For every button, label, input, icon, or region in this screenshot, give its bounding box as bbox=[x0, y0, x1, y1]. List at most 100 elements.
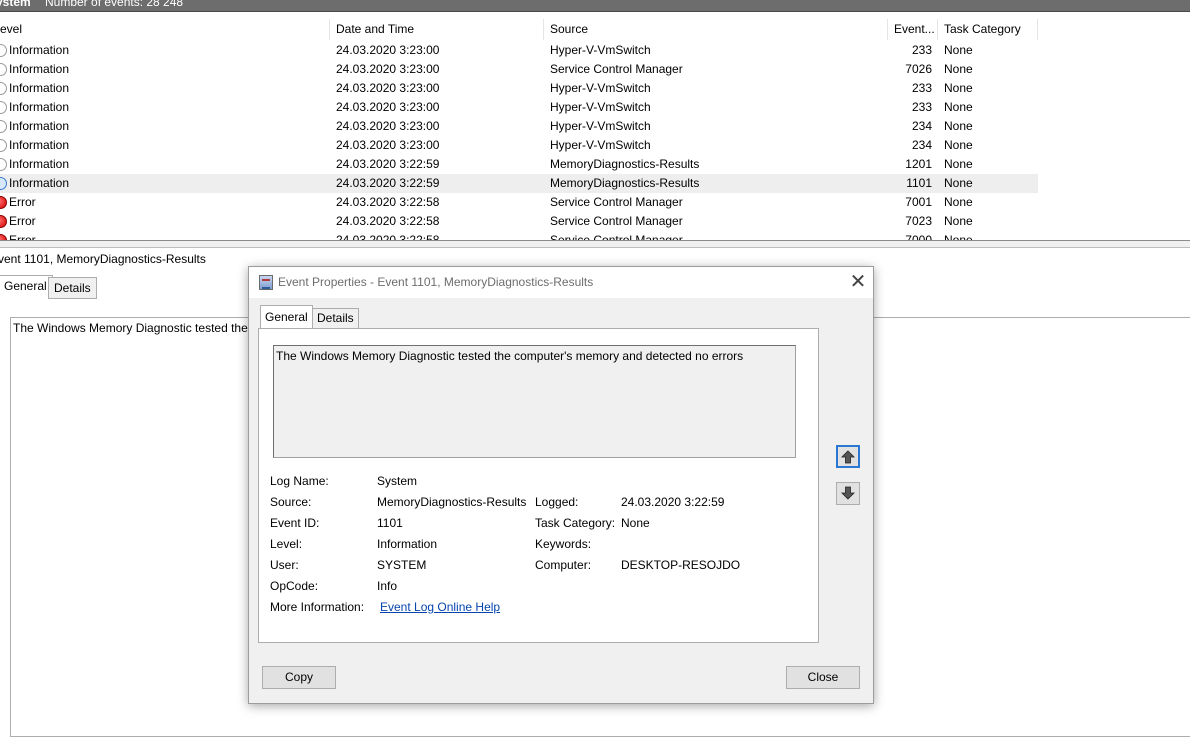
pane-splitter[interactable] bbox=[0, 240, 1190, 248]
level-label: Level: bbox=[270, 537, 303, 551]
close-icon[interactable]: ✕ bbox=[847, 272, 869, 292]
events-grid[interactable]: evel Date and Time Source Event... Task … bbox=[0, 19, 1190, 240]
cell-source: MemoryDiagnostics-Results bbox=[550, 176, 700, 190]
arrow-down-icon bbox=[841, 486, 855, 500]
cell-event-id: 233 bbox=[911, 81, 932, 95]
information-icon bbox=[0, 44, 7, 57]
previous-event-button[interactable] bbox=[836, 445, 860, 468]
cell-level: Error bbox=[9, 214, 36, 228]
cell-date-time: 24.03.2020 3:22:59 bbox=[336, 176, 440, 190]
cell-level: Information bbox=[9, 119, 70, 133]
table-row[interactable]: Error 24.03.2020 3:22:58 Service Control M… bbox=[0, 193, 1038, 212]
table-row[interactable]: Error 24.03.2020 3:22:58 Service Control M… bbox=[0, 231, 1038, 240]
tab-general[interactable]: General bbox=[260, 305, 313, 329]
opcode-label: OpCode: bbox=[270, 579, 319, 593]
table-row[interactable]: Information 24.03.2020 3:23:00 Hyper-V-VmS… bbox=[0, 98, 1038, 117]
table-row[interactable]: Information 24.03.2020 3:23:00 Service Con… bbox=[0, 60, 1038, 79]
more-information-label: More Information: bbox=[270, 600, 365, 614]
cell-task-category: None bbox=[944, 81, 973, 95]
cell-task-category: None bbox=[944, 62, 973, 76]
user-value: SYSTEM bbox=[377, 558, 427, 572]
column-source[interactable]: Source bbox=[544, 19, 888, 40]
copy-button[interactable]: Copy bbox=[262, 666, 336, 689]
table-row[interactable]: Information 24.03.2020 3:23:00 Hyper-V-VmS… bbox=[0, 79, 1038, 98]
event-count: Number of events: 28 248 bbox=[45, 0, 184, 9]
cell-source: Service Control Manager bbox=[550, 214, 683, 228]
computer-value: DESKTOP-RESOJDO bbox=[621, 558, 741, 572]
column-date-time[interactable]: Date and Time bbox=[330, 19, 544, 40]
cell-source: Service Control Manager bbox=[550, 62, 683, 76]
event-log-online-help-link[interactable]: Event Log Online Help bbox=[380, 600, 500, 614]
level-value: Information bbox=[377, 537, 438, 551]
close-button[interactable]: Close bbox=[786, 666, 860, 689]
description-text: The Windows Memory Diagnostic tested the… bbox=[276, 349, 744, 363]
cell-source: Hyper-V-VmSwitch bbox=[550, 81, 651, 95]
user-label: User: bbox=[270, 558, 299, 572]
tab-details[interactable]: Details bbox=[312, 308, 359, 329]
cell-level: Error bbox=[9, 233, 36, 240]
event-id-value: 1101 bbox=[377, 516, 403, 530]
cell-event-id: 234 bbox=[911, 138, 932, 152]
log-name: ystem bbox=[0, 0, 31, 9]
column-task-category[interactable]: Task Category bbox=[938, 19, 1038, 40]
cell-event-id: 233 bbox=[911, 43, 932, 57]
preview-tab-general[interactable]: General bbox=[0, 275, 53, 299]
table-row[interactable]: Information 24.03.2020 3:23:00 Hyper-V-VmS… bbox=[0, 117, 1038, 136]
cell-task-category: None bbox=[944, 119, 973, 133]
log-name-label: Log Name: bbox=[270, 474, 329, 488]
information-icon bbox=[0, 139, 7, 152]
column-level[interactable]: evel bbox=[0, 19, 330, 40]
cell-task-category: None bbox=[944, 176, 973, 190]
information-icon bbox=[0, 177, 7, 190]
cell-date-time: 24.03.2020 3:23:00 bbox=[336, 138, 440, 152]
cell-level: Information bbox=[9, 43, 70, 57]
cell-event-id: 7000 bbox=[905, 233, 932, 240]
dialog-titlebar[interactable]: Event Properties - Event 1101, MemoryDia… bbox=[249, 267, 873, 298]
preview-title: vent 1101, MemoryDiagnostics-Results bbox=[0, 252, 206, 266]
cell-source: MemoryDiagnostics-Results bbox=[550, 157, 700, 171]
cell-date-time: 24.03.2020 3:22:58 bbox=[336, 195, 440, 209]
cell-event-id: 7023 bbox=[905, 214, 932, 228]
cell-task-category: None bbox=[944, 157, 973, 171]
event-viewer-icon bbox=[259, 275, 273, 290]
cell-task-category: None bbox=[944, 195, 973, 209]
cell-task-category: None bbox=[944, 233, 973, 240]
cell-date-time: 24.03.2020 3:23:00 bbox=[336, 119, 440, 133]
error-icon bbox=[0, 215, 7, 228]
description-box[interactable]: The Windows Memory Diagnostic tested the… bbox=[273, 345, 796, 458]
cell-level: Error bbox=[9, 195, 36, 209]
log-name-value: System bbox=[377, 474, 418, 488]
cell-date-time: 24.03.2020 3:22:58 bbox=[336, 233, 440, 240]
cell-level: Information bbox=[9, 100, 70, 114]
task-category-value: None bbox=[621, 516, 650, 530]
task-category-label: Task Category: bbox=[535, 516, 616, 530]
preview-tab-details[interactable]: Details bbox=[48, 277, 97, 299]
cell-event-id: 7001 bbox=[905, 195, 932, 209]
cell-source: Hyper-V-VmSwitch bbox=[550, 138, 651, 152]
cell-date-time: 24.03.2020 3:23:00 bbox=[336, 43, 440, 57]
cell-level: Information bbox=[9, 157, 70, 171]
event-id-label: Event ID: bbox=[270, 516, 320, 530]
source-value: MemoryDiagnostics-Results bbox=[377, 495, 527, 509]
error-icon bbox=[0, 196, 7, 209]
computer-label: Computer: bbox=[535, 558, 592, 572]
table-row[interactable]: Information 24.03.2020 3:23:00 Hyper-V-VmS… bbox=[0, 41, 1038, 60]
arrow-up-icon bbox=[841, 450, 855, 464]
next-event-button[interactable] bbox=[836, 482, 860, 505]
keywords-label: Keywords: bbox=[535, 537, 592, 551]
cell-level: Information bbox=[9, 62, 70, 76]
table-row[interactable]: Error 24.03.2020 3:22:58 Service Control M… bbox=[0, 212, 1038, 231]
cell-source: Hyper-V-VmSwitch bbox=[550, 43, 651, 57]
column-event-id[interactable]: Event... bbox=[888, 19, 938, 40]
table-row[interactable]: Information 24.03.2020 3:22:59 MemoryDiagn… bbox=[0, 155, 1038, 174]
dialog-title: Event Properties - Event 1101, MemoryDia… bbox=[278, 275, 594, 289]
general-tab-page: The Windows Memory Diagnostic tested the… bbox=[258, 328, 819, 643]
table-row[interactable]: Information 24.03.2020 3:22:59 MemoryDiagn… bbox=[0, 174, 1038, 193]
opcode-value: Info bbox=[377, 579, 398, 593]
cell-source: Service Control Manager bbox=[550, 195, 683, 209]
logged-label: Logged: bbox=[535, 495, 579, 509]
cell-date-time: 24.03.2020 3:22:58 bbox=[336, 214, 440, 228]
event-properties-dialog: Event Properties - Event 1101, MemoryDia… bbox=[248, 266, 874, 704]
grid-header: evel Date and Time Source Event... Task … bbox=[0, 19, 1190, 40]
table-row[interactable]: Information 24.03.2020 3:23:00 Hyper-V-VmS… bbox=[0, 136, 1038, 155]
